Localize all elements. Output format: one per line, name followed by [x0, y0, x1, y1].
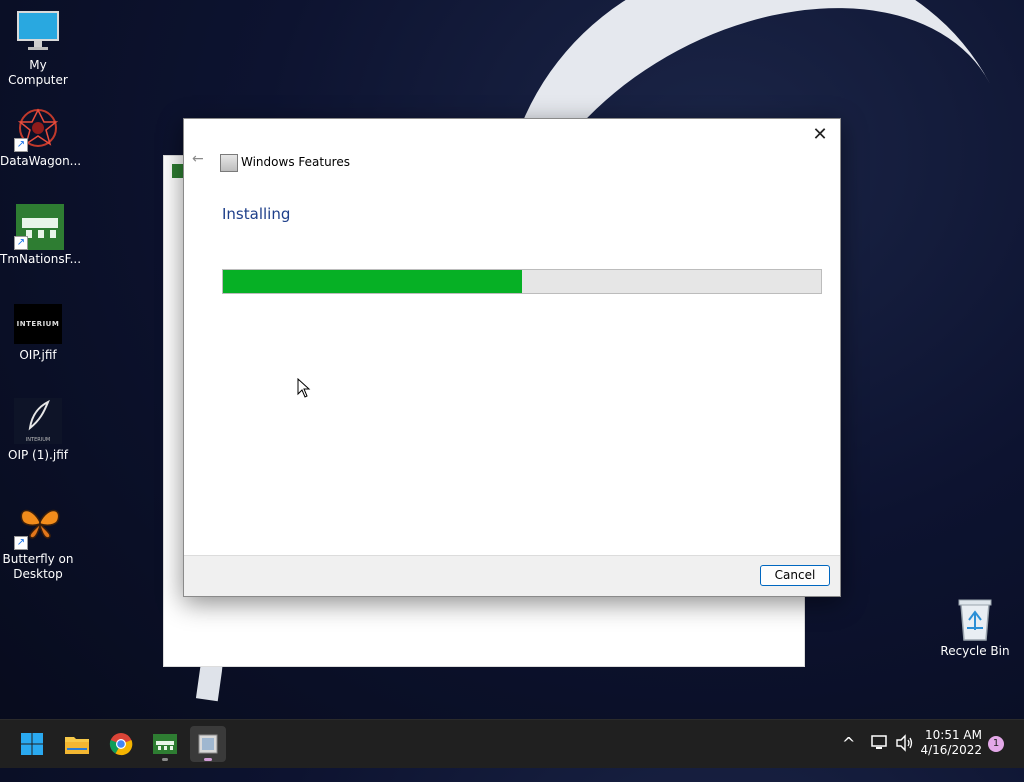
cancel-button[interactable]: Cancel	[760, 565, 830, 586]
thumbnail-text: INTERIUM	[16, 320, 60, 328]
desktop-icon-label: Recycle Bin	[940, 644, 1010, 658]
network-icon[interactable]	[870, 734, 890, 782]
windows-features-icon	[220, 154, 238, 172]
thumbnail-text: INTERIUM	[25, 437, 51, 443]
dialog-title: Windows Features	[241, 155, 350, 169]
clock-time: 10:51 AM	[925, 728, 982, 742]
taskbar-windows-features[interactable]	[190, 726, 226, 762]
close-icon: ✕	[812, 124, 828, 145]
show-hidden-icons-button[interactable]: ^	[842, 734, 855, 782]
taskbar: ^ 10:51 AM 4/16/2022 1	[0, 719, 1024, 768]
start-button[interactable]	[14, 726, 50, 762]
image-thumbnail-icon: INTERIUM	[14, 398, 62, 444]
tmnations-icon: ↗	[14, 204, 64, 250]
recycle-bin-icon	[953, 596, 997, 641]
taskbar-tmnations[interactable]	[147, 726, 183, 762]
install-progress-bar	[222, 269, 822, 294]
desktop-icon-label: OIP.jfif	[19, 348, 57, 362]
desktop-icon-butterfly[interactable]: ↗ Butterfly on Desktop	[0, 504, 76, 582]
desktop-icon-oip-jfif[interactable]: INTERIUM OIP.jfif	[0, 304, 76, 363]
shortcut-arrow-icon: ↗	[14, 536, 28, 550]
desktop-icon-label: My Computer	[8, 58, 68, 87]
progress-fill	[223, 270, 522, 293]
running-indicator	[162, 758, 168, 761]
chevron-up-icon: ^	[842, 734, 856, 753]
back-arrow-icon: ←	[192, 151, 204, 167]
chrome-icon	[109, 733, 133, 756]
back-button[interactable]: ←	[192, 151, 204, 167]
shortcut-arrow-icon: ↗	[14, 236, 28, 250]
desktop-icon-recycle-bin[interactable]: Recycle Bin	[937, 596, 1013, 659]
image-thumbnail-icon: INTERIUM	[14, 304, 62, 344]
clock-date: 4/16/2022	[920, 743, 982, 757]
windows-features-icon	[198, 734, 218, 754]
desktop-icon-label: Butterfly on Desktop	[2, 552, 74, 581]
mouse-cursor-icon	[297, 378, 311, 398]
monitor-icon	[16, 10, 60, 54]
volume-icon[interactable]	[895, 734, 915, 782]
desktop-icon-label: OIP (1).jfif	[8, 448, 68, 462]
desktop-icon-oip-1-jfif[interactable]: INTERIUM OIP (1).jfif	[0, 398, 76, 463]
taskbar-file-explorer[interactable]	[59, 726, 95, 762]
dialog-footer: Cancel	[184, 555, 840, 596]
desktop-icon-my-computer[interactable]: My Computer	[0, 10, 76, 88]
active-indicator	[204, 758, 212, 761]
desktop-icon-label: DataWagon...	[0, 154, 82, 168]
installing-heading: Installing	[222, 205, 291, 223]
datawagon-icon: ↗	[14, 106, 60, 152]
windows-features-dialog: ✕ ← Windows Features Installing Cancel	[183, 118, 841, 597]
windows-logo-icon	[21, 733, 43, 755]
tmnations-icon	[153, 734, 177, 754]
close-button[interactable]: ✕	[806, 123, 834, 147]
taskbar-chrome[interactable]	[103, 726, 139, 762]
folder-icon	[65, 737, 89, 754]
butterfly-icon: ↗	[14, 504, 60, 550]
clock[interactable]: 10:51 AM 4/16/2022	[920, 728, 982, 758]
shortcut-arrow-icon: ↗	[14, 138, 28, 152]
desktop-icon-datawagon[interactable]: ↗ DataWagon...	[0, 106, 82, 169]
desktop-icon-tmnations[interactable]: ↗ TmNationsF...	[0, 204, 82, 267]
notification-badge[interactable]: 1	[988, 736, 1004, 752]
desktop-icon-label: TmNationsF...	[0, 252, 82, 266]
